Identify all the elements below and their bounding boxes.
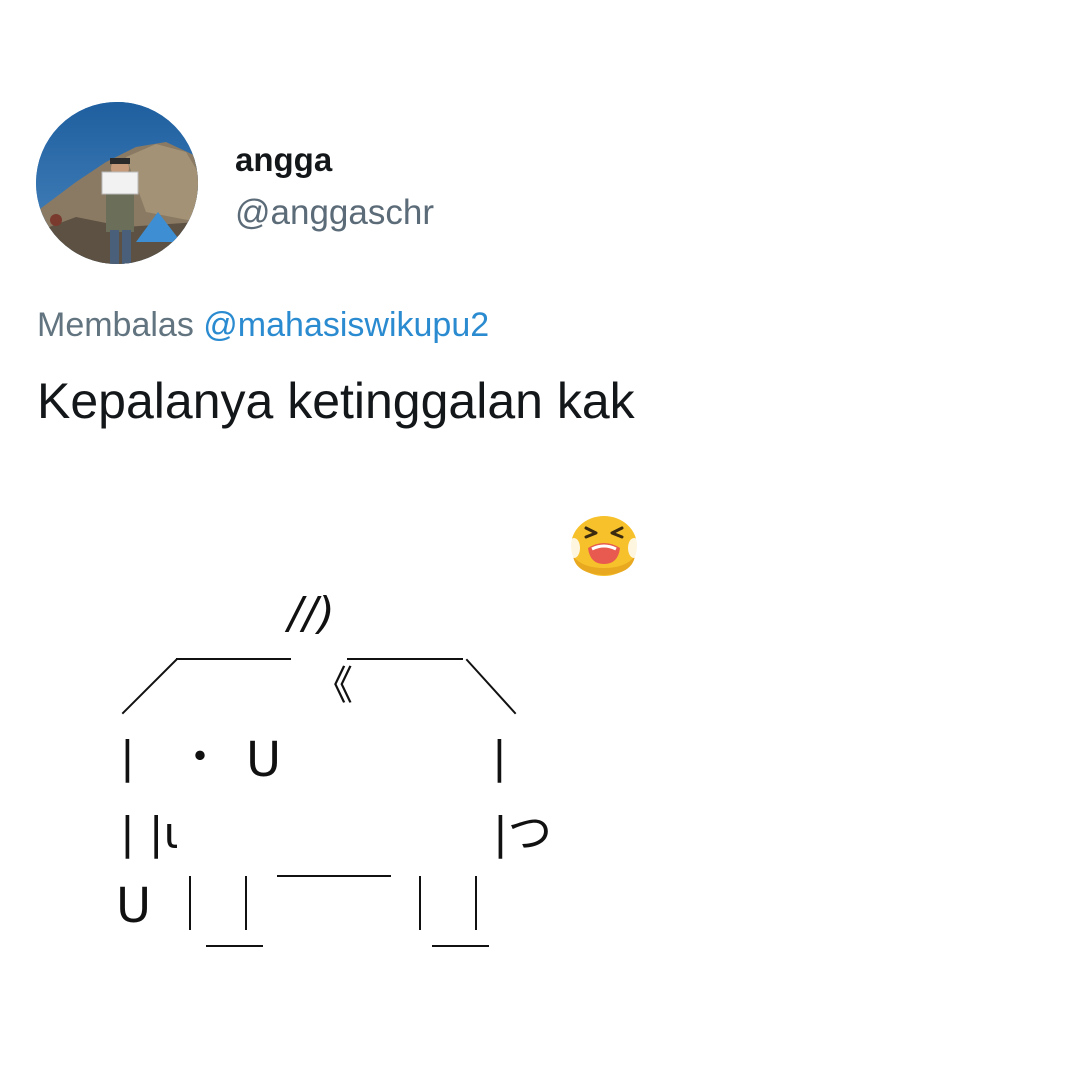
avatar[interactable] xyxy=(36,102,198,264)
tweet-text: Kepalanya ketinggalan kak xyxy=(37,373,635,429)
display-name[interactable]: angga xyxy=(235,140,332,180)
ascii-elephant-art: //) 《 | ・ U | | |ι |つ U xyxy=(100,580,580,960)
reply-prefix: Membalas xyxy=(37,306,194,344)
loudly-crying-face-emoji-icon xyxy=(566,512,642,578)
user-handle[interactable]: @anggaschr xyxy=(235,192,434,234)
reply-mention-link[interactable]: @mahasiswikupu2 xyxy=(203,306,489,344)
reply-context: Membalas @mahasiswikupu2 xyxy=(37,303,489,347)
profile-photo-mountain-icon xyxy=(36,102,198,264)
ascii-legs xyxy=(189,876,477,930)
